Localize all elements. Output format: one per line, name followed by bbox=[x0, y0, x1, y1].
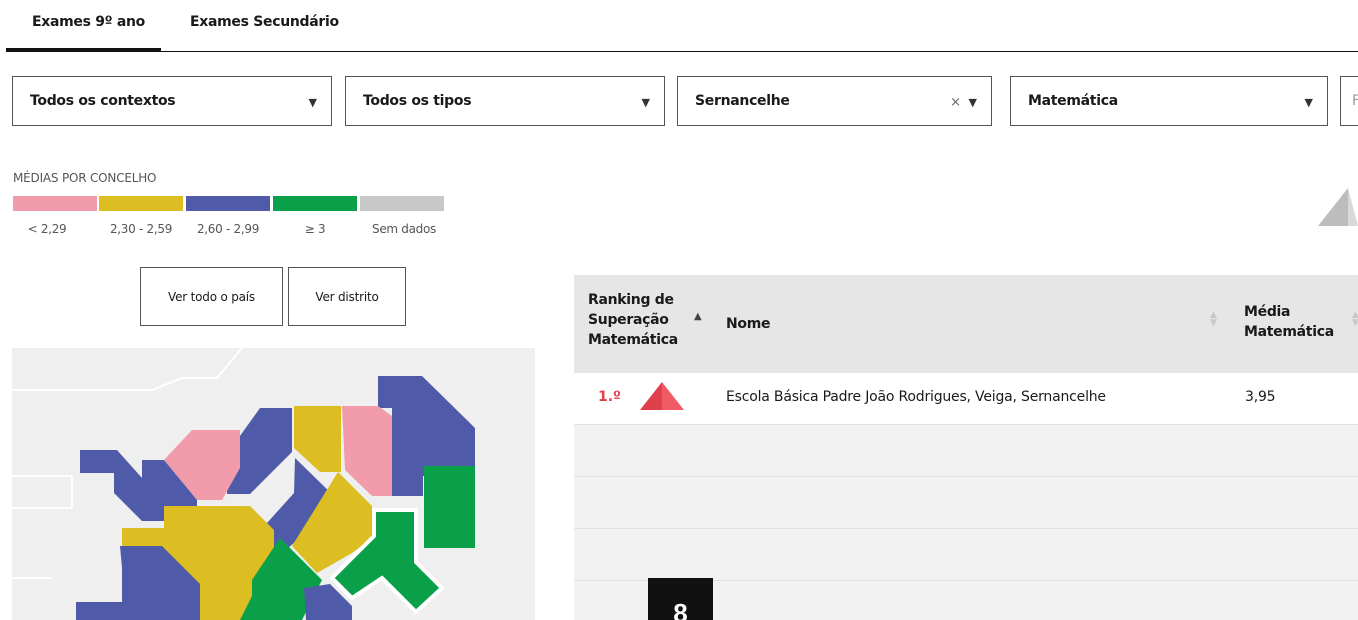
sort-ascending-icon[interactable]: ▲ bbox=[694, 311, 702, 322]
column-header-rank[interactable]: Ranking de Superação Matemática bbox=[588, 290, 698, 350]
extra-filter-text: F bbox=[1352, 93, 1358, 109]
ranking-table: Ranking de Superação Matemática ▲ Nome ▲… bbox=[574, 275, 1358, 620]
extra-filter-input[interactable]: F bbox=[1340, 76, 1358, 126]
legend-label: < 2,29 bbox=[27, 222, 67, 236]
sort-icon[interactable]: ▲ ▼ bbox=[1352, 311, 1358, 328]
chevron-down-icon: ▼ bbox=[308, 96, 317, 109]
municipality-map[interactable] bbox=[12, 348, 535, 620]
page-number-badge: 8 bbox=[648, 578, 713, 620]
name-cell: Escola Básica Padre João Rodrigues, Veig… bbox=[726, 389, 1106, 405]
type-select-value: Todos os tipos bbox=[363, 93, 472, 109]
legend-swatch-gray bbox=[360, 196, 444, 211]
view-country-button[interactable]: Ver todo o país bbox=[140, 267, 283, 326]
table-header: Ranking de Superação Matemática ▲ Nome ▲… bbox=[574, 275, 1358, 373]
rank-cell: 1.º bbox=[598, 389, 621, 405]
map-boundary bbox=[12, 348, 243, 391]
tab-exames-9-ano[interactable]: Exames 9º ano bbox=[32, 14, 145, 30]
map-region-green[interactable] bbox=[424, 466, 475, 548]
table-row-empty bbox=[574, 529, 1358, 581]
sort-icon[interactable]: ▲ ▼ bbox=[1210, 311, 1217, 328]
map-svg bbox=[12, 348, 475, 620]
map-region-pink[interactable] bbox=[342, 406, 392, 496]
legend-label: Sem dados bbox=[372, 222, 436, 236]
map-boundary bbox=[12, 475, 73, 509]
map-region-yellow[interactable] bbox=[294, 406, 341, 472]
clear-icon[interactable]: × bbox=[950, 95, 961, 110]
municipality-select[interactable]: Sernancelhe × ▼ bbox=[677, 76, 992, 126]
active-tab-indicator bbox=[6, 48, 161, 52]
subject-select-value: Matemática bbox=[1028, 93, 1118, 109]
legend-swatch-pink bbox=[13, 196, 97, 211]
chevron-down-icon: ▼ bbox=[641, 96, 650, 109]
legend-label: ≥ 3 bbox=[304, 222, 326, 236]
table-row-empty bbox=[574, 425, 1358, 477]
table-row-empty bbox=[574, 477, 1358, 529]
average-cell: 3,95 bbox=[1245, 389, 1276, 405]
chevron-down-icon: ▼ bbox=[1304, 96, 1313, 109]
context-select[interactable]: Todos os contextos ▼ bbox=[12, 76, 332, 126]
pyramid-up-icon bbox=[640, 382, 684, 410]
tab-bar: Exames 9º ano Exames Secundário bbox=[0, 0, 1358, 54]
legend-label: 2,30 - 2,59 bbox=[109, 222, 173, 236]
legend-title: MÉDIAS POR CONCELHO bbox=[13, 171, 157, 185]
legend-swatch-green bbox=[273, 196, 357, 211]
pyramid-icon bbox=[1318, 188, 1358, 226]
chevron-down-icon: ▼ bbox=[968, 96, 977, 109]
view-district-button[interactable]: Ver distrito bbox=[288, 267, 406, 326]
subject-select[interactable]: Matemática ▼ bbox=[1010, 76, 1328, 126]
tabs-divider bbox=[160, 51, 1358, 52]
legend-swatch-yellow bbox=[99, 196, 183, 211]
type-select[interactable]: Todos os tipos ▼ bbox=[345, 76, 665, 126]
column-header-average[interactable]: Média Matemática bbox=[1244, 302, 1354, 342]
tab-exames-secundario[interactable]: Exames Secundário bbox=[190, 14, 339, 30]
column-header-name[interactable]: Nome bbox=[726, 314, 771, 334]
municipality-select-value: Sernancelhe bbox=[695, 93, 790, 109]
context-select-value: Todos os contextos bbox=[30, 93, 176, 109]
legend-swatch-blue bbox=[186, 196, 270, 211]
legend-label: 2,60 - 2,99 bbox=[196, 222, 260, 236]
table-row[interactable]: 1.º Escola Básica Padre João Rodrigues, … bbox=[574, 373, 1358, 425]
